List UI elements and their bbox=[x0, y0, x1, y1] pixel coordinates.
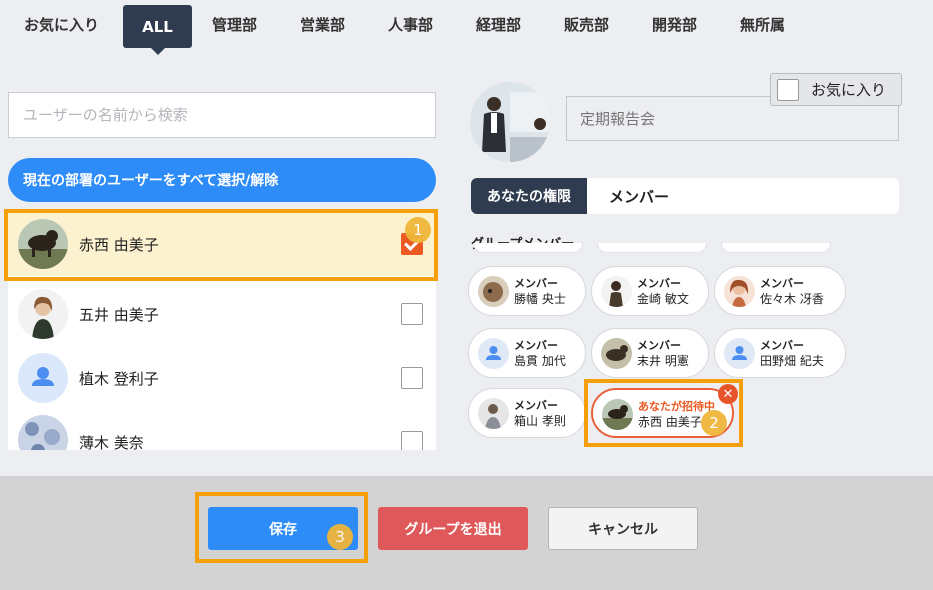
cancel-button[interactable]: キャンセル bbox=[548, 507, 698, 550]
tab-favorites[interactable]: お気に入り bbox=[24, 14, 99, 35]
default-person-icon bbox=[32, 367, 54, 386]
user-checkbox[interactable] bbox=[401, 303, 423, 325]
dog-photo-icon bbox=[18, 219, 68, 269]
member-name: 金崎 敏文 bbox=[637, 292, 689, 306]
member-role: あなたが招待中 bbox=[638, 400, 715, 413]
permission-label: あなたの権限 bbox=[471, 178, 587, 214]
avatar bbox=[18, 415, 68, 450]
man-photo-icon bbox=[485, 404, 501, 429]
member-chip[interactable]: メンバー 佐々木 冴香 bbox=[714, 266, 846, 316]
tab-accounting[interactable]: 経理部 bbox=[476, 14, 521, 35]
avatar bbox=[602, 399, 633, 430]
avatar bbox=[18, 353, 68, 403]
member-name: 箱山 孝則 bbox=[514, 414, 566, 428]
avatar bbox=[601, 338, 632, 369]
member-role: メンバー bbox=[760, 339, 804, 352]
member-name: 勝幡 央士 bbox=[514, 292, 566, 306]
user-name: 薄木 美奈 bbox=[79, 433, 144, 451]
remove-invite-close-icon[interactable]: ✕ bbox=[718, 384, 738, 404]
avatar bbox=[478, 398, 509, 429]
user-list: 赤西 由美子 五井 由美子 植木 登利子 薄木 美奈 bbox=[8, 212, 436, 450]
permission-value: メンバー bbox=[609, 188, 670, 206]
member-chip[interactable]: メンバー 田野畑 紀夫 bbox=[714, 328, 846, 378]
tab-development[interactable]: 開発部 bbox=[652, 14, 697, 35]
leave-group-button[interactable]: グループを退出 bbox=[378, 507, 528, 550]
member-name: 島貫 加代 bbox=[514, 354, 566, 368]
default-person-icon bbox=[486, 346, 501, 360]
member-name: 田野畑 紀夫 bbox=[760, 354, 824, 368]
member-role: メンバー bbox=[514, 339, 558, 352]
user-checkbox[interactable] bbox=[401, 431, 423, 450]
user-row[interactable]: 赤西 由美子 bbox=[8, 212, 436, 276]
woman-photo-icon bbox=[730, 279, 749, 307]
dog-photo-icon bbox=[606, 345, 628, 361]
department-tabs: お気に入り ALL 管理部 営業部 人事部 経理部 販売部 開発部 無所属 bbox=[0, 0, 933, 62]
member-chip[interactable]: メンバー 金崎 敏文 bbox=[591, 266, 709, 316]
avatar bbox=[18, 219, 68, 269]
tab-admin[interactable]: 管理部 bbox=[212, 14, 257, 35]
tab-retail[interactable]: 販売部 bbox=[564, 14, 609, 35]
user-row[interactable]: 植木 登利子 bbox=[8, 346, 436, 410]
member-name: 赤西 由美子 bbox=[638, 415, 702, 429]
step-badge-2: 2 bbox=[701, 410, 727, 436]
member-chip[interactable]: メンバー 島貫 加代 bbox=[468, 328, 586, 378]
avatar bbox=[724, 338, 755, 369]
pattern-photo-icon bbox=[18, 415, 68, 450]
member-role: メンバー bbox=[514, 399, 558, 412]
tab-unassigned[interactable]: 無所属 bbox=[740, 14, 785, 35]
avatar bbox=[724, 276, 755, 307]
member-chip[interactable]: メンバー 勝幡 央士 bbox=[468, 266, 586, 316]
favorite-toggle[interactable]: お気に入り bbox=[770, 73, 902, 106]
step-badge-3: 3 bbox=[327, 524, 353, 550]
user-name: 植木 登利子 bbox=[79, 369, 159, 388]
dog-photo-icon bbox=[602, 405, 633, 430]
man-photo-icon bbox=[609, 281, 623, 307]
member-name: 佐々木 冴香 bbox=[760, 292, 824, 306]
user-name: 赤西 由美子 bbox=[79, 235, 159, 254]
scrolled-member-chip bbox=[597, 243, 707, 253]
scrolled-member-chip bbox=[473, 243, 583, 253]
member-chip[interactable]: メンバー 箱山 孝則 bbox=[468, 388, 586, 438]
tab-sales[interactable]: 営業部 bbox=[300, 14, 345, 35]
member-role: メンバー bbox=[760, 277, 804, 290]
avatar bbox=[18, 289, 68, 339]
step-badge-1: 1 bbox=[405, 217, 431, 243]
meeting-photo-icon bbox=[470, 82, 550, 162]
group-avatar[interactable] bbox=[470, 82, 550, 162]
favorite-label: お気に入り bbox=[811, 81, 887, 99]
avatar bbox=[478, 276, 509, 307]
user-checkbox[interactable] bbox=[401, 367, 423, 389]
user-search-input[interactable] bbox=[8, 92, 436, 138]
select-all-button[interactable]: 現在の部署のユーザーをすべて選択/解除 bbox=[8, 158, 436, 202]
cat-photo-icon bbox=[478, 276, 509, 307]
user-name: 五井 由美子 bbox=[79, 305, 159, 324]
permission-bar: あなたの権限 メンバー bbox=[471, 178, 899, 214]
user-row[interactable]: 五井 由美子 bbox=[8, 282, 436, 346]
user-row[interactable]: 薄木 美奈 bbox=[8, 410, 436, 450]
member-chip[interactable]: メンバー 末井 明憲 bbox=[591, 328, 709, 378]
member-name: 末井 明憲 bbox=[637, 354, 689, 368]
member-role: メンバー bbox=[514, 277, 558, 290]
favorite-checkbox[interactable] bbox=[777, 78, 799, 101]
avatar bbox=[601, 276, 632, 307]
scrolled-member-chip bbox=[721, 243, 831, 253]
member-role: メンバー bbox=[637, 339, 681, 352]
default-person-icon bbox=[732, 346, 747, 360]
tab-hr[interactable]: 人事部 bbox=[388, 14, 433, 35]
avatar bbox=[478, 338, 509, 369]
tab-all[interactable]: ALL bbox=[123, 5, 192, 55]
member-role: メンバー bbox=[637, 277, 681, 290]
woman-photo-icon bbox=[18, 289, 68, 339]
